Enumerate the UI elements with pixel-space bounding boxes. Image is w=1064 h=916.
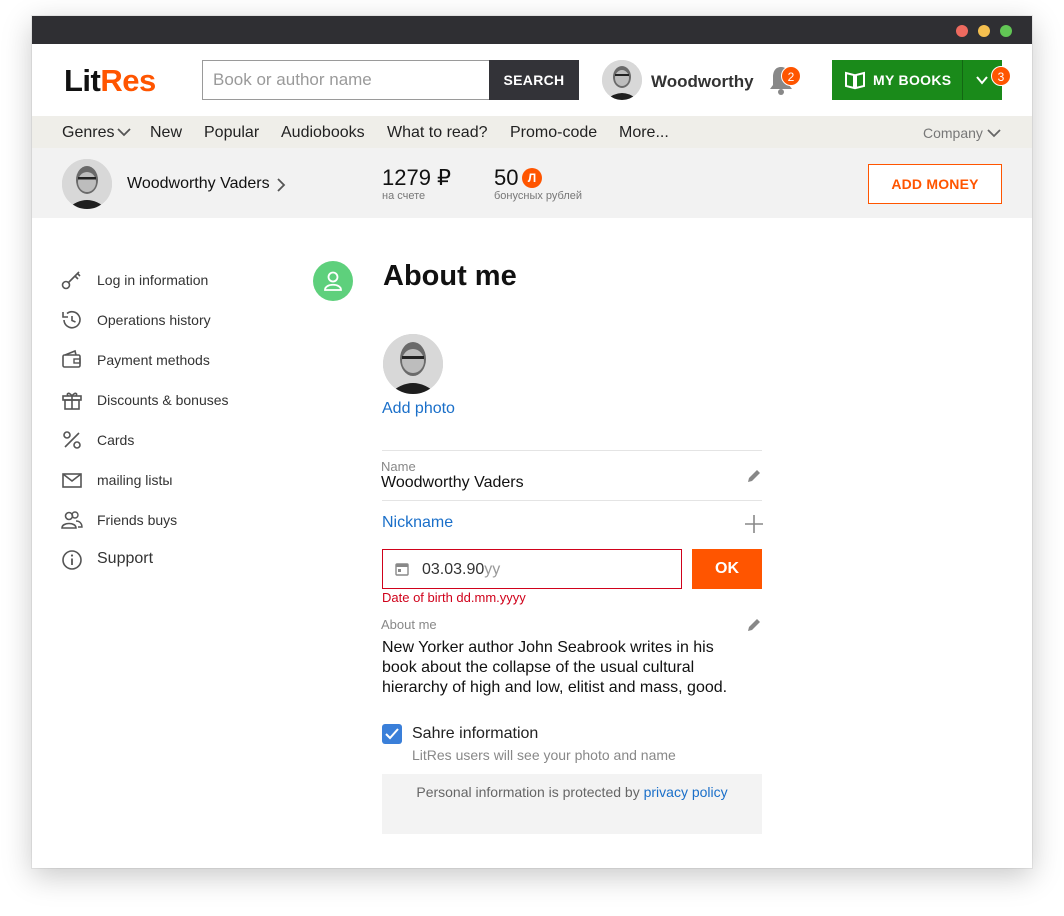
history-icon [62,310,81,329]
sidebar-item-label: Discounts & bonuses [97,392,229,408]
about-me-field-label: About me [381,617,437,632]
add-money-button[interactable]: ADD MONEY [868,164,1002,204]
sidebar-item-friends-buys[interactable]: Friends buys [60,506,320,546]
chevron-down-icon [987,129,1001,138]
window-titlebar [32,16,1032,44]
search-input[interactable] [202,60,490,100]
nav-company[interactable]: Company [923,125,1002,141]
bonus-caption: бонусных рублей [494,190,583,202]
notifications-badge: 2 [781,66,801,86]
sidebar-item-label: Cards [97,432,135,448]
wallet-icon [62,349,81,368]
mail-icon [62,473,82,488]
browser-window: LitRes SEARCH Woodworthy 2 [32,16,1032,868]
edit-about-pencil-icon[interactable] [746,617,762,633]
account-name[interactable]: Woodworthy Vaders [127,175,270,193]
date-of-birth-value: 03.03.90yy [422,561,500,579]
account-avatar[interactable] [62,159,112,209]
account-sidebar: Log in information Operations history Pa… [60,266,320,586]
chevron-right-icon[interactable] [275,177,287,193]
nav-promo-code[interactable]: Promo-code [510,124,597,142]
sidebar-item-discounts-bonuses[interactable]: Discounts & bonuses [60,386,320,426]
date-of-birth-field[interactable]: 03.03.90yy [382,549,682,589]
sidebar-item-label: Payment methods [97,352,210,368]
nav-company-label: Company [923,125,983,141]
my-books-button[interactable]: MY BOOKS [832,60,1002,100]
balance-caption: на счете [382,190,426,202]
my-books-main[interactable]: MY BOOKS [832,60,962,100]
logo-res: Res [100,63,156,98]
nickname-link[interactable]: Nickname [382,514,453,532]
checkmark-icon [385,728,399,740]
sidebar-item-label: Friends buys [97,512,178,528]
ok-button[interactable]: OK [692,549,762,589]
chevron-down-icon [117,128,132,137]
litres-logo[interactable]: LitRes [64,64,156,98]
divider [382,500,762,501]
user-icon [324,271,342,291]
nav-popular[interactable]: Popular [204,124,259,142]
nav-genres-label: Genres [62,124,115,141]
add-nickname-plus-icon[interactable] [744,514,764,534]
nav-more[interactable]: More... [619,124,669,142]
sidebar-item-operations-history[interactable]: Operations history [60,306,320,346]
nav-audiobooks[interactable]: Audiobooks [281,124,365,142]
sidebar-item-support[interactable]: Support [60,546,320,586]
share-information-checkbox[interactable] [382,724,402,744]
search-button[interactable]: SEARCH [489,60,579,100]
percent-icon [63,431,81,449]
profile-section-badge [313,261,353,301]
share-information-description: LitRes users will see your photo and nam… [412,747,676,763]
sidebar-item-mailing-lists[interactable]: mailing listы [60,466,320,506]
info-icon [62,550,82,570]
divider [382,450,762,451]
sidebar-item-label: Operations history [97,312,211,328]
gift-icon [62,392,82,410]
header-avatar[interactable] [602,60,642,100]
calendar-icon [395,563,409,576]
name-field-label: Name [381,459,416,474]
header-username[interactable]: Woodworthy [651,72,754,92]
open-book-icon [845,71,865,90]
add-photo-link[interactable]: Add photo [382,400,455,418]
date-entered: 03.03.90 [422,561,485,578]
nav-new[interactable]: New [150,124,182,142]
privacy-notice: Personal information is protected by pri… [382,774,762,834]
profile-photo[interactable] [383,334,443,394]
key-icon [61,271,81,290]
main-nav: Genres New Popular Audiobooks What to re… [32,116,1032,148]
edit-name-pencil-icon[interactable] [746,468,762,484]
sidebar-item-cards[interactable]: Cards [60,426,320,466]
account-balance: 1279 ₽ [382,165,452,190]
privacy-notice-prefix: Personal information is protected by [416,784,644,800]
sidebar-item-label: Log in information [97,272,209,288]
minimize-window-button[interactable] [978,25,990,37]
date-error-message: Date of birth dd.mm.yyyy [382,590,526,605]
sidebar-item-payment-methods[interactable]: Payment methods [60,346,320,386]
maximize-window-button[interactable] [1000,25,1012,37]
chevron-down-icon [976,76,988,85]
sidebar-item-label: mailing listы [97,472,173,488]
bonus-coin-icon: Л [522,168,542,188]
my-books-badge: 3 [991,66,1011,86]
my-books-label: MY BOOKS [873,72,952,88]
nav-what-to-read[interactable]: What to read? [387,124,488,142]
nav-genres[interactable]: Genres [62,124,132,142]
privacy-policy-link[interactable]: privacy policy [644,784,728,800]
site-header: LitRes SEARCH Woodworthy 2 [32,44,1032,116]
logo-lit: Lit [64,63,101,98]
date-mask-rest: yy [484,561,501,578]
page-title: About me [383,260,517,292]
close-window-button[interactable] [956,25,968,37]
sidebar-item-label: Support [97,550,154,567]
share-information-label[interactable]: Sahre information [412,725,538,743]
name-field-value: Woodworthy Vaders [381,474,524,491]
account-bar: Woodworthy Vaders 1279 ₽ на счете 50 Л б… [32,148,1032,218]
privacy-notice-text: Personal information is protected by pri… [382,784,762,800]
friends-icon [61,511,83,529]
about-me-text: New Yorker author John Seabrook writes i… [382,639,728,696]
bonus-amount: 50 [494,165,519,190]
sidebar-item-log-in-information[interactable]: Log in information [60,266,320,306]
